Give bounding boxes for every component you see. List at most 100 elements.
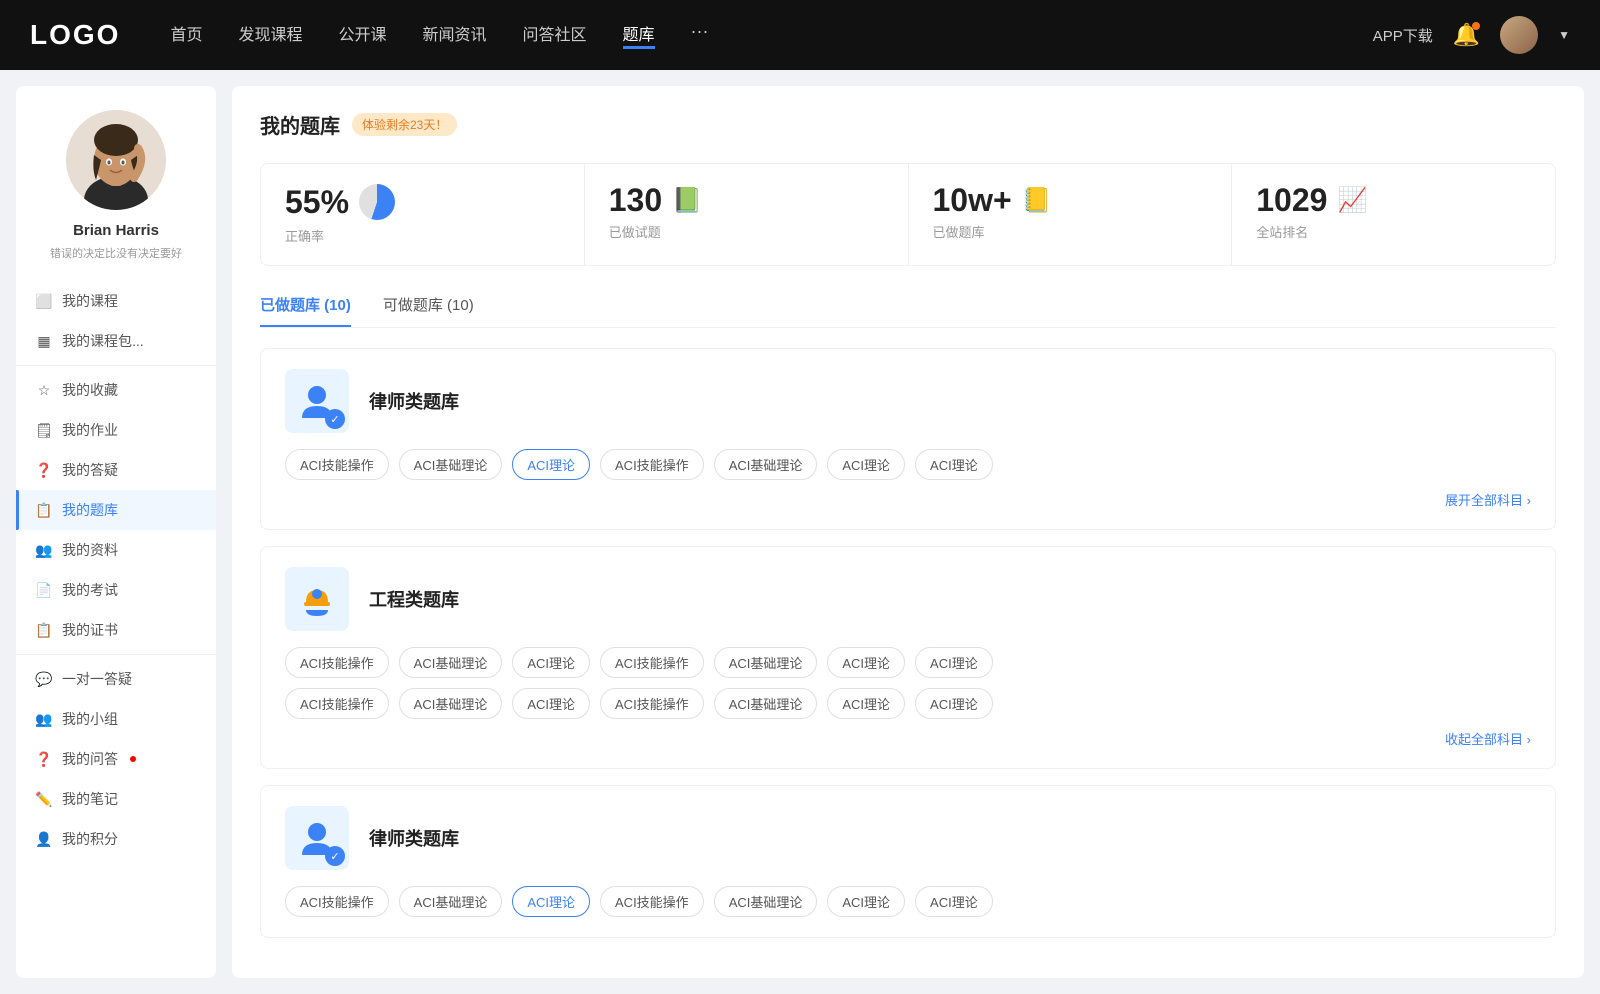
tag-eng-r1-3[interactable]: ACI理论 — [512, 647, 590, 678]
tag-eng-r1-7[interactable]: ACI理论 — [915, 647, 993, 678]
user-menu-chevron-icon[interactable]: ▼ — [1558, 28, 1570, 42]
bank-section-lawyer: ✓ 律师类题库 ACI技能操作 ACI基础理论 ACI理论 ACI技能操作 AC… — [260, 348, 1556, 530]
tag-eng-r2-5[interactable]: ACI基础理论 — [714, 688, 818, 719]
cert-icon: 📋 — [36, 622, 52, 638]
tag-lawyer2-5[interactable]: ACI基础理论 — [714, 886, 818, 917]
sidebar-item-bank[interactable]: 📋 我的题库 — [16, 490, 216, 530]
sidebar-item-groups[interactable]: 👥 我的小组 — [16, 699, 216, 739]
sidebar-item-one-on-one[interactable]: 💬 一对一答疑 — [16, 659, 216, 699]
course-icon: ⬜ — [36, 293, 52, 309]
nav-right-section: APP下载 🔔 ▼ — [1373, 16, 1570, 54]
accuracy-chart-icon — [359, 184, 395, 220]
bank-section-header: ✓ 律师类题库 — [285, 369, 1531, 433]
questions-label: 已做试题 — [609, 222, 884, 241]
tag-lawyer2-4[interactable]: ACI技能操作 — [600, 886, 704, 917]
sidebar-item-exams[interactable]: 📄 我的考试 — [16, 570, 216, 610]
lawyer-bank-tags: ACI技能操作 ACI基础理论 ACI理论 ACI技能操作 ACI基础理论 AC… — [285, 449, 1531, 480]
nav-link-qa[interactable]: 问答社区 — [523, 21, 587, 49]
bank-icon-wrap: ✓ — [285, 369, 349, 433]
sidebar-item-homework[interactable]: 🗒 我的作业 — [16, 410, 216, 450]
username-label: Brian Harris — [73, 222, 159, 239]
homework-icon: 🗒 — [36, 422, 52, 438]
nav-logo[interactable]: LOGO — [30, 19, 120, 51]
nav-links: 首页 发现课程 公开课 新闻资讯 问答社区 题库 ··· — [170, 21, 1372, 49]
tag-lawyer-7[interactable]: ACI理论 — [915, 449, 993, 480]
tag-eng-r1-6[interactable]: ACI理论 — [827, 647, 905, 678]
tag-lawyer2-3-active[interactable]: ACI理论 — [512, 886, 590, 917]
user-motto: 错误的决定比没有决定要好 — [38, 245, 194, 261]
tag-lawyer-6[interactable]: ACI理论 — [827, 449, 905, 480]
tab-done-banks[interactable]: 已做题库 (10) — [260, 294, 351, 327]
tag-lawyer2-7[interactable]: ACI理论 — [915, 886, 993, 917]
tag-eng-r1-2[interactable]: ACI基础理论 — [399, 647, 503, 678]
tag-lawyer-4[interactable]: ACI技能操作 — [600, 449, 704, 480]
favorites-icon: ☆ — [36, 382, 52, 398]
lawyer-bank-title: 律师类题库 — [369, 388, 459, 414]
stat-top-accuracy: 55% — [285, 184, 560, 220]
tag-eng-r1-5[interactable]: ACI基础理论 — [714, 647, 818, 678]
tag-lawyer-3-active[interactable]: ACI理论 — [512, 449, 590, 480]
user-avatar[interactable] — [1500, 16, 1538, 54]
tag-lawyer2-1[interactable]: ACI技能操作 — [285, 886, 389, 917]
sidebar-item-materials[interactable]: 👥 我的资料 — [16, 530, 216, 570]
accuracy-label: 正确率 — [285, 226, 560, 245]
lawyer-expand-link[interactable]: 展开全部科目 › — [285, 490, 1531, 509]
nav-link-home[interactable]: 首页 — [170, 21, 202, 49]
tag-lawyer2-6[interactable]: ACI理论 — [827, 886, 905, 917]
bank-section-lawyer2: ✓ 律师类题库 ACI技能操作 ACI基础理论 ACI理论 ACI技能操作 AC… — [260, 785, 1556, 938]
tag-eng-r2-3[interactable]: ACI理论 — [512, 688, 590, 719]
tag-eng-r2-1[interactable]: ACI技能操作 — [285, 688, 389, 719]
tag-lawyer2-2[interactable]: ACI基础理论 — [399, 886, 503, 917]
stat-done-questions: 130 📗 已做试题 — [585, 164, 909, 265]
sidebar-item-points[interactable]: 👤 我的积分 — [16, 819, 216, 859]
engineering-collapse-link[interactable]: 收起全部科目 › — [285, 729, 1531, 748]
tag-eng-r2-4[interactable]: ACI技能操作 — [600, 688, 704, 719]
sidebar-item-course-packages[interactable]: ▦ 我的课程包... — [16, 321, 216, 361]
sidebar-label-one-on-one: 一对一答疑 — [62, 669, 132, 689]
sidebar-divider-2 — [16, 654, 216, 655]
tab-todo-banks[interactable]: 可做题库 (10) — [383, 294, 474, 327]
tag-eng-r2-7[interactable]: ACI理论 — [915, 688, 993, 719]
sidebar-menu: ⬜ 我的课程 ▦ 我的课程包... ☆ 我的收藏 🗒 我的作业 ❓ 我的答疑 📋 — [16, 281, 216, 859]
nav-link-news[interactable]: 新闻资讯 — [423, 21, 487, 49]
sidebar-item-cert[interactable]: 📋 我的证书 — [16, 610, 216, 650]
notification-bell[interactable]: 🔔 — [1453, 22, 1480, 48]
tag-eng-r1-4[interactable]: ACI技能操作 — [600, 647, 704, 678]
stat-top-questions: 130 📗 — [609, 184, 884, 216]
sidebar-label-cert: 我的证书 — [62, 620, 118, 640]
sidebar-divider-1 — [16, 365, 216, 366]
tag-lawyer-1[interactable]: ACI技能操作 — [285, 449, 389, 480]
check-badge-2: ✓ — [325, 846, 345, 866]
lawyer2-icon-wrap: ✓ — [285, 806, 349, 870]
app-download-link[interactable]: APP下载 — [1373, 25, 1433, 46]
course-package-icon: ▦ — [36, 333, 52, 349]
engineering-tags-row2: ACI技能操作 ACI基础理论 ACI理论 ACI技能操作 ACI基础理论 AC… — [285, 688, 1531, 719]
sidebar-label-notes: 我的笔记 — [62, 789, 118, 809]
sidebar-label-groups: 我的小组 — [62, 709, 118, 729]
sidebar-item-my-courses[interactable]: ⬜ 我的课程 — [16, 281, 216, 321]
tag-eng-r2-6[interactable]: ACI理论 — [827, 688, 905, 719]
tag-eng-r2-2[interactable]: ACI基础理论 — [399, 688, 503, 719]
nav-more-dots[interactable]: ··· — [691, 21, 709, 49]
sidebar-item-questions[interactable]: ❓ 我的问答 — [16, 739, 216, 779]
nav-link-discover[interactable]: 发现课程 — [238, 21, 302, 49]
tag-eng-r1-1[interactable]: ACI技能操作 — [285, 647, 389, 678]
nav-link-open[interactable]: 公开课 — [338, 21, 386, 49]
tag-lawyer-5[interactable]: ACI基础理论 — [714, 449, 818, 480]
questions-value: 130 — [609, 184, 662, 216]
tag-lawyer-2[interactable]: ACI基础理论 — [399, 449, 503, 480]
rank-label: 全站排名 — [1256, 222, 1531, 241]
engineering-tags-row1: ACI技能操作 ACI基础理论 ACI理论 ACI技能操作 ACI基础理论 AC… — [285, 647, 1531, 678]
questions-chart-icon: 📗 — [672, 186, 702, 215]
banks-label: 已做题库 — [933, 222, 1208, 241]
page-layout: Brian Harris 错误的决定比没有决定要好 ⬜ 我的课程 ▦ 我的课程包… — [0, 70, 1600, 994]
sidebar-item-favorites[interactable]: ☆ 我的收藏 — [16, 370, 216, 410]
lawyer2-bank-tags: ACI技能操作 ACI基础理论 ACI理论 ACI技能操作 ACI基础理论 AC… — [285, 886, 1531, 917]
page-title-row: 我的题库 体验剩余23天！ — [260, 110, 1556, 139]
sidebar-item-qa-mine[interactable]: ❓ 我的答疑 — [16, 450, 216, 490]
sidebar-item-notes[interactable]: ✏️ 我的笔记 — [16, 779, 216, 819]
sidebar-label-homework: 我的作业 — [62, 420, 118, 440]
notes-icon: ✏️ — [36, 791, 52, 807]
nav-link-bank[interactable]: 题库 — [623, 21, 655, 49]
sidebar-label-exams: 我的考试 — [62, 580, 118, 600]
